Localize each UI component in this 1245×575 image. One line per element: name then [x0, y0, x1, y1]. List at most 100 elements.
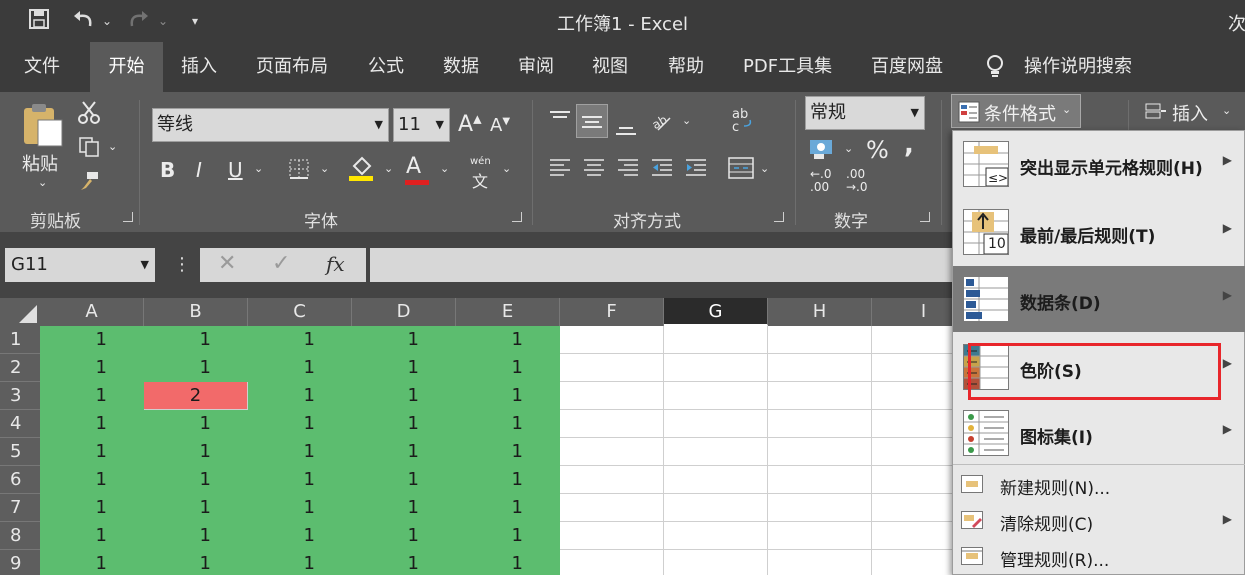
row-header-1[interactable]: 1 — [0, 326, 40, 354]
orientation-icon[interactable]: ab — [650, 110, 674, 138]
cell-b9[interactable]: 1 — [144, 550, 248, 575]
number-launcher-icon[interactable] — [920, 212, 930, 222]
tab-insert[interactable]: 插入 — [181, 42, 217, 92]
shrink-font-button[interactable]: A▼ — [490, 115, 510, 136]
cell-c1[interactable]: 1 — [248, 326, 352, 354]
fill-color-dropdown-icon[interactable]: ⌄ — [384, 162, 393, 175]
cell-b2[interactable]: 1 — [144, 354, 248, 382]
cell-h6[interactable] — [768, 466, 872, 494]
cell-a3[interactable]: 1 — [40, 382, 144, 410]
cell-a1[interactable]: 1 — [40, 326, 144, 354]
cell-c5[interactable]: 1 — [248, 438, 352, 466]
cell-d3[interactable]: 1 — [352, 382, 456, 410]
menu-item-icon-sets[interactable]: 图标集(I) ▶ — [953, 400, 1245, 466]
cell-g7[interactable] — [664, 494, 768, 522]
cell-f8[interactable] — [560, 522, 664, 550]
tab-help[interactable]: 帮助 — [668, 42, 704, 92]
row-header-4[interactable]: 4 — [0, 410, 40, 438]
cell-e1[interactable]: 1 — [456, 326, 560, 354]
row-header-8[interactable]: 8 — [0, 522, 40, 550]
alignment-launcher-icon[interactable] — [774, 212, 784, 222]
cell-f7[interactable] — [560, 494, 664, 522]
cell-f3[interactable] — [560, 382, 664, 410]
paste-dropdown-icon[interactable]: ⌄ — [38, 176, 47, 189]
cell-g2[interactable] — [664, 354, 768, 382]
align-middle-button[interactable] — [576, 104, 608, 138]
cell-c3[interactable]: 1 — [248, 382, 352, 410]
align-bottom-icon[interactable] — [614, 116, 638, 144]
tab-file[interactable]: 文件 — [24, 42, 60, 92]
cell-f2[interactable] — [560, 354, 664, 382]
menu-item-manage-rules[interactable]: 管理规则(R)... — [953, 538, 1245, 574]
increase-decimal-button[interactable]: ←.0 .00 — [810, 168, 832, 194]
copy-icon[interactable] — [78, 136, 100, 162]
tell-me-search[interactable]: 操作说明搜索 — [1024, 42, 1132, 92]
cell-a6[interactable]: 1 — [40, 466, 144, 494]
tab-baidu-netdisk[interactable]: 百度网盘 — [871, 42, 943, 92]
comma-style-button[interactable]: , — [904, 130, 914, 160]
format-painter-icon[interactable] — [78, 170, 100, 196]
column-header-b[interactable]: B — [144, 298, 248, 326]
cell-g8[interactable] — [664, 522, 768, 550]
menu-item-new-rule[interactable]: 新建规则(N)... — [953, 466, 1245, 502]
menu-item-top-bottom[interactable]: 10 最前/最后规则(T) ▶ — [953, 199, 1245, 265]
cell-d5[interactable]: 1 — [352, 438, 456, 466]
font-name-select[interactable]: 等线 ▼ — [152, 108, 389, 142]
cell-a8[interactable]: 1 — [40, 522, 144, 550]
cell-e3[interactable]: 1 — [456, 382, 560, 410]
phonetic-dropdown-icon[interactable]: ⌄ — [502, 162, 511, 175]
cell-e6[interactable]: 1 — [456, 466, 560, 494]
decrease-decimal-button[interactable]: .00 →.0 — [846, 168, 868, 194]
percent-style-button[interactable]: % — [866, 136, 889, 164]
cell-c2[interactable]: 1 — [248, 354, 352, 382]
cell-e5[interactable]: 1 — [456, 438, 560, 466]
cell-c8[interactable]: 1 — [248, 522, 352, 550]
cell-d1[interactable]: 1 — [352, 326, 456, 354]
cell-g6[interactable] — [664, 466, 768, 494]
paste-label[interactable]: 粘贴 — [22, 150, 58, 176]
cell-e8[interactable]: 1 — [456, 522, 560, 550]
more-options-icon[interactable]: ⋮ — [173, 254, 191, 275]
column-header-e[interactable]: E — [456, 298, 560, 326]
cell-h1[interactable] — [768, 326, 872, 354]
cell-a4[interactable]: 1 — [40, 410, 144, 438]
number-format-select[interactable]: 常规 ▼ — [805, 96, 925, 130]
accounting-dropdown-icon[interactable]: ⌄ — [844, 142, 853, 155]
cell-c7[interactable]: 1 — [248, 494, 352, 522]
cell-g4[interactable] — [664, 410, 768, 438]
accounting-format-icon[interactable] — [808, 138, 836, 164]
cell-h4[interactable] — [768, 410, 872, 438]
cancel-icon[interactable]: ✕ — [218, 251, 236, 276]
borders-dropdown-icon[interactable]: ⌄ — [320, 162, 329, 175]
cell-h3[interactable] — [768, 382, 872, 410]
cell-e2[interactable]: 1 — [456, 354, 560, 382]
tab-data[interactable]: 数据 — [443, 42, 479, 92]
increase-indent-icon[interactable] — [684, 156, 708, 184]
row-header-5[interactable]: 5 — [0, 438, 40, 466]
cell-h8[interactable] — [768, 522, 872, 550]
cell-h7[interactable] — [768, 494, 872, 522]
column-header-d[interactable]: D — [352, 298, 456, 326]
phonetic-guide-button[interactable]: wén — [470, 156, 491, 167]
tab-home[interactable]: 开始 — [90, 42, 163, 92]
row-header-3[interactable]: 3 — [0, 382, 40, 410]
tab-page-layout[interactable]: 页面布局 — [256, 42, 328, 92]
menu-item-data-bars[interactable]: 数据条(D) ▶ — [953, 266, 1245, 332]
column-header-c[interactable]: C — [248, 298, 352, 326]
cell-d9[interactable]: 1 — [352, 550, 456, 575]
enter-icon[interactable]: ✓ — [272, 251, 290, 276]
align-right-icon[interactable] — [616, 156, 640, 184]
cut-icon[interactable] — [78, 100, 100, 128]
align-left-icon[interactable] — [548, 156, 572, 184]
tab-view[interactable]: 视图 — [592, 42, 628, 92]
cell-b7[interactable]: 1 — [144, 494, 248, 522]
cell-a5[interactable]: 1 — [40, 438, 144, 466]
cell-b4[interactable]: 1 — [144, 410, 248, 438]
row-header-6[interactable]: 6 — [0, 466, 40, 494]
conditional-formatting-button[interactable]: 条件格式 ⌄ — [951, 94, 1081, 128]
phonetic-guide-glyph[interactable]: 文 — [472, 168, 488, 192]
bold-button[interactable]: B — [160, 158, 175, 182]
clipboard-launcher-icon[interactable] — [123, 212, 133, 222]
decrease-indent-icon[interactable] — [650, 156, 674, 184]
cell-g5[interactable] — [664, 438, 768, 466]
